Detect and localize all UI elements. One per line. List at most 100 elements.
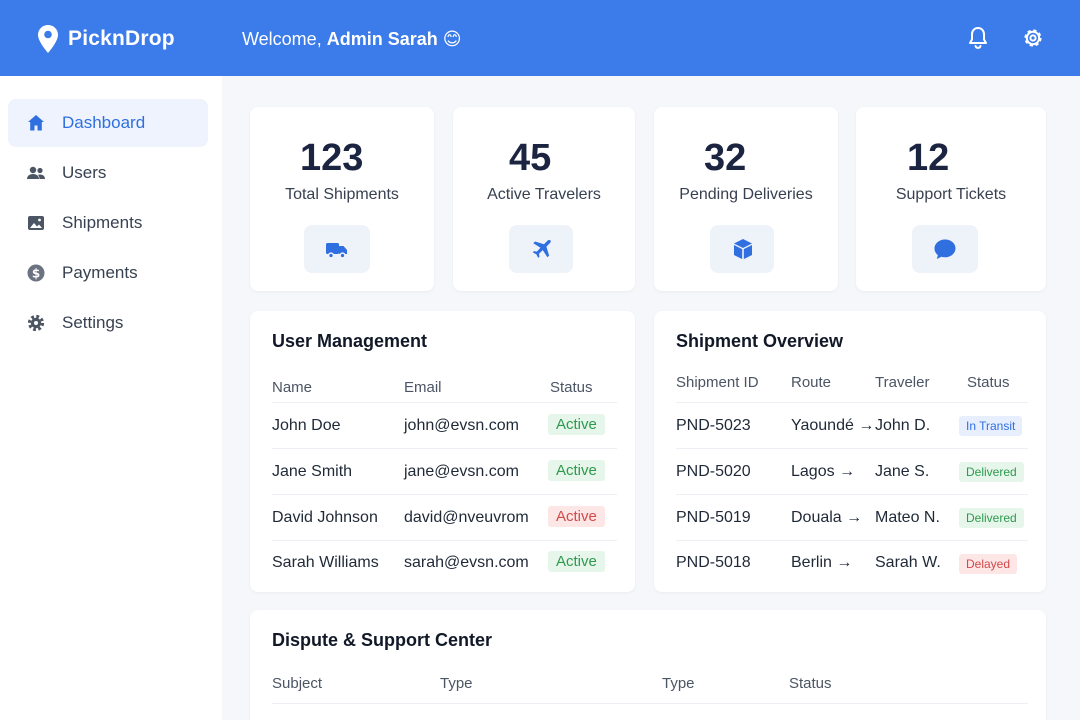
home-icon [28,115,44,131]
divider [272,494,617,495]
column-header-status[interactable]: Status [967,374,1010,391]
shipment-id[interactable]: PND-5020 [676,463,751,481]
stat-label: Active Travelers [487,186,601,203]
divider [676,402,1028,403]
plane-icon [532,239,551,258]
sidebar-item-label: Settings [62,313,124,332]
user-email: david@nveuvrom [404,509,529,526]
user-name: John Doe [272,417,341,434]
user-email: john@evsn.com [404,417,519,434]
welcome-message: Welcome, Admin Sarah 😊 [242,29,462,50]
stat-card-support-tickets: 12 Support Tickets [856,107,1046,291]
user-management-panel: User Management Name Email Status John D… [250,311,635,592]
status-badge: Active [548,460,605,481]
panel-title: Shipment Overview [676,331,844,351]
status-badge: Active [548,506,605,527]
sidebar-item-label: Users [62,163,107,182]
status-badge: Active [548,551,605,572]
divider [676,448,1028,449]
column-header-type[interactable]: Type [440,675,473,692]
shipment-traveler: Mateo N. [875,509,940,526]
sidebar-item-users[interactable]: Users [8,149,208,197]
svg-text:$: $ [32,267,40,281]
shipment-traveler: Jane S. [875,463,930,480]
sidebar-item-payments[interactable]: $ Payments [8,249,208,297]
shipment-id[interactable]: PND-5019 [676,509,751,527]
users-icon [27,166,45,179]
shipment-traveler: John D. [875,417,931,434]
sidebar-item-label: Dashboard [62,113,146,132]
stat-value: 123 [300,137,364,179]
stat-icon-box [509,225,573,273]
stat-label: Pending Deliveries [679,186,813,203]
status-badge: Active [548,414,605,435]
shipment-overview-panel: Shipment Overview Shipment ID Route Trav… [654,311,1046,592]
sidebar-item-label: Shipments [62,213,143,232]
user-name: David Johnson [272,509,378,526]
sidebar: Dashboard Users Shipments $ Payments Set… [0,76,222,720]
shipment-route: Berlin → [791,554,853,571]
column-header-email[interactable]: Email [404,379,442,396]
column-header-status[interactable]: Status [550,379,593,396]
sidebar-item-dashboard[interactable]: Dashboard [8,99,208,147]
column-header-route[interactable]: Route [791,374,831,391]
location-pin-icon [38,25,58,53]
divider [272,540,617,541]
shipment-id[interactable]: PND-5018 [676,554,751,572]
welcome-user-name: Admin Sarah [326,29,438,49]
stat-label: Support Tickets [895,186,1007,203]
user-name: Sarah Williams [272,554,379,571]
column-header-shipment-id[interactable]: Shipment ID [676,374,759,391]
stat-value: 45 [509,137,552,179]
column-header-name[interactable]: Name [272,379,312,396]
chat-icon [934,239,956,259]
stat-card-active-travelers: 45 Active Travelers [453,107,635,291]
status-badge: In Transit [959,416,1023,436]
panel-title: User Management [272,331,428,351]
column-header-status[interactable]: Status [789,675,832,692]
bell-icon[interactable] [966,25,990,51]
truck-icon [326,243,347,259]
divider [272,402,617,403]
divider [272,703,1028,704]
stat-card-pending-deliveries: 32 Pending Deliveries [654,107,838,291]
shipment-route: Yaoundé → [791,417,875,434]
dispute-support-panel: Dispute & Support Center Subject Type Ty… [250,610,1046,720]
status-badge: Delayed [959,554,1018,574]
welcome-prefix: Welcome, [242,29,327,49]
dollar-icon: $ [27,264,45,282]
stat-value: 12 [907,137,950,179]
top-bar: PicknDrop Welcome, Admin Sarah 😊 [0,0,1080,76]
app-logo[interactable]: PicknDrop [36,24,175,54]
settings-gear-icon[interactable] [1021,25,1045,51]
sidebar-item-shipments[interactable]: Shipments [8,199,208,247]
status-badge: Delivered [959,462,1024,482]
smile-emoji-icon: 😊 [442,29,462,49]
shipment-route: Lagos → [791,463,856,480]
shipment-route: Douala → [791,509,863,526]
user-email: jane@evsn.com [404,463,519,480]
stat-card-total-shipments: 123 Total Shipments [250,107,434,291]
image-icon [28,216,44,230]
box-icon [734,239,752,260]
panel-title: Dispute & Support Center [272,630,493,650]
column-header-subject[interactable]: Subject [272,675,322,692]
stat-label: Total Shipments [285,186,399,203]
user-email: sarah@evsn.com [404,554,529,571]
gear-icon [27,314,45,332]
column-header-type-2[interactable]: Type [662,675,695,692]
stat-value: 32 [704,137,747,179]
divider [272,448,617,449]
stat-icon-box [912,225,978,273]
user-name: Jane Smith [272,463,353,480]
column-header-traveler[interactable]: Traveler [875,374,929,391]
shipment-id[interactable]: PND-5023 [676,417,751,435]
divider [676,540,1028,541]
sidebar-item-label: Payments [62,263,138,282]
stat-icon-box [710,225,774,273]
stat-icon-box [304,225,370,273]
status-badge: Delivered [959,508,1024,528]
shipment-traveler: Sarah W. [875,554,941,571]
sidebar-item-settings[interactable]: Settings [8,299,208,347]
app-name: PicknDrop [68,27,175,50]
